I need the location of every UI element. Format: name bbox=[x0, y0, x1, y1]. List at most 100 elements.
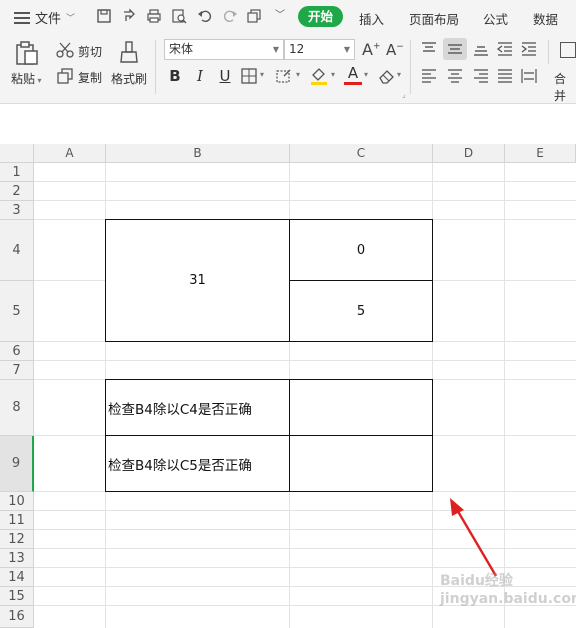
file-menu[interactable]: 文件 ﹀ bbox=[14, 8, 75, 27]
font-name-select[interactable]: 宋体 ▼ bbox=[164, 39, 284, 60]
gridline bbox=[34, 200, 576, 201]
align-center-icon[interactable] bbox=[446, 68, 464, 84]
row-header-4[interactable]: 4 bbox=[0, 220, 34, 281]
paste-icon[interactable] bbox=[14, 40, 42, 66]
column-header-b[interactable]: B bbox=[106, 144, 290, 163]
cell-c9[interactable] bbox=[289, 435, 433, 492]
cell-b8[interactable]: 检查B4除以C4是否正确 bbox=[105, 379, 290, 436]
align-right-icon[interactable] bbox=[472, 68, 490, 84]
cell-b9-value: 检查B4除以C5是否正确 bbox=[108, 457, 252, 474]
ribbon-separator bbox=[548, 40, 549, 64]
chevron-down-icon: ▼ bbox=[272, 45, 279, 54]
row-header-3[interactable]: 3 bbox=[0, 201, 34, 220]
row-header-11[interactable]: 11 bbox=[0, 511, 34, 530]
chevron-down-icon[interactable]: ▾ bbox=[331, 70, 335, 79]
undo-icon[interactable] bbox=[197, 8, 213, 24]
chevron-down-icon[interactable]: ▾ bbox=[260, 70, 264, 79]
wrap-text-icon[interactable] bbox=[560, 42, 576, 58]
merge-button[interactable]: 合并 bbox=[554, 70, 576, 104]
baidu-watermark: Baidu经验 jingyan.baidu.com bbox=[440, 572, 576, 608]
gridline bbox=[34, 360, 576, 361]
row-header-14[interactable]: 14 bbox=[0, 568, 34, 587]
formula-bar: H9 ▼ fx bbox=[0, 104, 576, 239]
ribbon-separator bbox=[155, 40, 156, 94]
select-all-corner[interactable] bbox=[0, 144, 34, 163]
cell-c8[interactable] bbox=[289, 379, 433, 436]
chevron-down-icon[interactable]: ▾ bbox=[397, 70, 401, 79]
menu-bar: 文件 ﹀ ﹀ 开始 插入 页面布局 公式 数据 bbox=[0, 0, 576, 34]
row-header-15[interactable]: 15 bbox=[0, 587, 34, 606]
decrease-indent-icon[interactable] bbox=[496, 41, 514, 57]
bold-icon[interactable]: B bbox=[166, 66, 184, 86]
spreadsheet-grid[interactable]: A B C D E 1 2 3 4 5 6 7 8 9 10 11 12 13 … bbox=[0, 144, 576, 628]
tab-insert[interactable]: 插入 bbox=[359, 9, 384, 28]
file-menu-label: 文件 bbox=[35, 12, 62, 27]
font-size-select[interactable]: 12 ▼ bbox=[284, 39, 355, 60]
cell-style-icon[interactable] bbox=[276, 68, 294, 84]
tab-page-layout[interactable]: 页面布局 bbox=[409, 9, 459, 28]
distributed-align-icon[interactable] bbox=[520, 68, 538, 84]
row-header-13[interactable]: 13 bbox=[0, 549, 34, 568]
align-middle-icon[interactable] bbox=[443, 38, 467, 60]
tab-data[interactable]: 数据 bbox=[533, 9, 558, 28]
column-header-d[interactable]: D bbox=[433, 144, 505, 163]
row-header-2[interactable]: 2 bbox=[0, 182, 34, 201]
save-icon[interactable] bbox=[96, 8, 112, 24]
justify-icon[interactable] bbox=[496, 68, 514, 84]
align-top-icon[interactable] bbox=[420, 41, 438, 57]
font-size-value: 12 bbox=[289, 42, 305, 56]
paste-button[interactable]: 粘贴 ▾ bbox=[11, 70, 42, 87]
paste-label: 粘贴 bbox=[11, 72, 36, 86]
decrease-font-size-icon[interactable]: A− bbox=[386, 41, 404, 59]
row-header-9[interactable]: 9 bbox=[0, 436, 34, 492]
row-header-6[interactable]: 6 bbox=[0, 342, 34, 361]
tab-formulas[interactable]: 公式 bbox=[483, 9, 508, 28]
align-left-icon[interactable] bbox=[420, 68, 438, 84]
row-header-10[interactable]: 10 bbox=[0, 492, 34, 511]
row-header-7[interactable]: 7 bbox=[0, 361, 34, 380]
row-header-1[interactable]: 1 bbox=[0, 163, 34, 182]
ribbon: 文件 ﹀ ﹀ 开始 插入 页面布局 公式 数据 粘贴 ▾ 剪切 复制 格式刷 宋… bbox=[0, 0, 576, 104]
increase-indent-icon[interactable] bbox=[520, 41, 538, 57]
chevron-down-icon: ﹀ bbox=[66, 14, 76, 24]
copy-window-icon[interactable] bbox=[246, 8, 262, 24]
row-header-5[interactable]: 5 bbox=[0, 281, 34, 342]
export-icon[interactable] bbox=[121, 8, 137, 24]
cell-c5[interactable]: 5 bbox=[289, 280, 433, 342]
font-color-icon[interactable]: A bbox=[344, 65, 362, 87]
cell-c5-value: 5 bbox=[356, 303, 366, 319]
hamburger-icon bbox=[14, 11, 30, 24]
print-icon[interactable] bbox=[146, 8, 162, 24]
align-bottom-icon[interactable] bbox=[472, 41, 490, 57]
quick-access-dropdown-icon[interactable]: ﹀ bbox=[272, 8, 288, 24]
italic-icon[interactable]: I bbox=[191, 66, 209, 86]
redo-icon[interactable] bbox=[222, 8, 238, 24]
column-header-a[interactable]: A bbox=[34, 144, 106, 163]
print-preview-icon[interactable] bbox=[171, 8, 187, 24]
cell-b4-merged[interactable]: 31 bbox=[105, 219, 290, 342]
tab-home[interactable]: 开始 bbox=[298, 6, 343, 27]
copy-icon[interactable] bbox=[56, 68, 74, 84]
scissors-icon[interactable] bbox=[56, 42, 74, 58]
format-painter-button[interactable]: 格式刷 bbox=[111, 70, 147, 87]
column-header-c[interactable]: C bbox=[290, 144, 433, 163]
copy-button[interactable]: 复制 bbox=[78, 69, 102, 86]
underline-icon[interactable]: U bbox=[216, 66, 234, 86]
eraser-icon[interactable] bbox=[378, 68, 396, 84]
increase-font-size-icon[interactable]: A+ bbox=[362, 40, 381, 59]
cell-c4-value: 0 bbox=[356, 242, 366, 258]
chevron-down-icon[interactable]: ▾ bbox=[296, 70, 300, 79]
format-painter-icon[interactable] bbox=[118, 40, 140, 66]
cell-b9[interactable]: 检查B4除以C5是否正确 bbox=[105, 435, 290, 492]
row-header-8[interactable]: 8 bbox=[0, 380, 34, 436]
row-header-16[interactable]: 16 bbox=[0, 606, 34, 628]
row-header-12[interactable]: 12 bbox=[0, 530, 34, 549]
chevron-down-icon[interactable]: ▾ bbox=[364, 70, 368, 79]
fill-color-icon[interactable] bbox=[309, 66, 329, 86]
watermark-text: Baidu经验 jingyan.baidu.com bbox=[440, 573, 576, 607]
dialog-launcher-icon[interactable]: ⌟ bbox=[402, 90, 406, 99]
cell-c4[interactable]: 0 bbox=[289, 219, 433, 281]
cut-button[interactable]: 剪切 bbox=[78, 43, 102, 60]
borders-icon[interactable] bbox=[241, 68, 259, 84]
column-header-e[interactable]: E bbox=[505, 144, 576, 163]
